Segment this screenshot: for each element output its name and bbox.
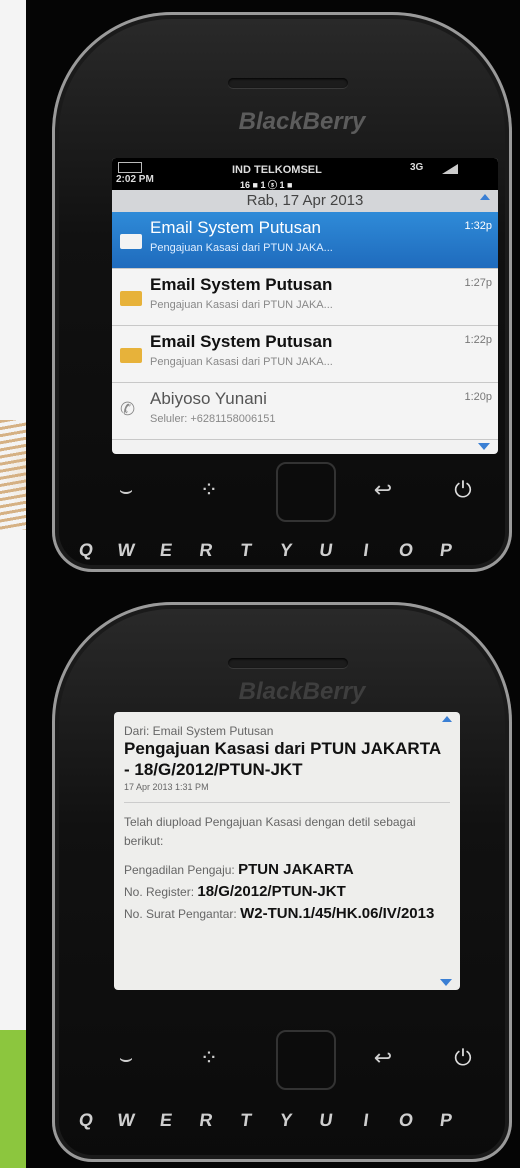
key-i[interactable]: I: [345, 540, 388, 561]
network-type: 3G: [410, 162, 424, 173]
detail-row: Pengadilan Pengaju: PTUN JAKARTA: [124, 859, 450, 881]
keyboard-row: QWERTYUIOP: [66, 540, 506, 561]
keyboard-row: QWERTYUIOP: [66, 1110, 506, 1131]
key-u[interactable]: U: [305, 540, 348, 561]
key-e[interactable]: E: [145, 1110, 188, 1131]
trackpad[interactable]: [276, 462, 336, 522]
key-y[interactable]: Y: [265, 1110, 308, 1131]
hardware-keys: ⌣ ⁘ ↩ ⏻: [86, 1030, 506, 1090]
brand-logo: BlackBerry: [238, 108, 366, 135]
phone-icon: ✆: [120, 399, 136, 419]
key-u[interactable]: U: [305, 1110, 348, 1131]
message-sender: Email System Putusan: [150, 332, 333, 351]
detail-label: No. Surat Pengantar:: [124, 907, 237, 921]
envelope-icon: [120, 291, 142, 306]
end-key[interactable]: ⏻: [436, 1038, 490, 1078]
menu-key[interactable]: ⁘: [184, 470, 234, 510]
detail-value: W2-TUN.1/45/HK.06/IV/2013: [240, 905, 435, 922]
call-key[interactable]: ⌣: [96, 1038, 156, 1078]
key-i[interactable]: I: [345, 1110, 388, 1131]
email-date: 17 Apr 2013 1:31 PM: [124, 782, 209, 792]
scroll-up-icon[interactable]: [480, 194, 490, 200]
key-o[interactable]: O: [385, 1110, 428, 1131]
key-p[interactable]: P: [425, 1110, 468, 1131]
scroll-down-icon[interactable]: [440, 979, 452, 986]
key-t[interactable]: T: [225, 1110, 268, 1131]
inbox-screen: 2:02 PM IND TELKOMSEL 16 ■ 1 ⓢ 1 ■ 3G Ra…: [112, 158, 498, 454]
email-screen: Dari: Email System Putusan Pengajuan Kas…: [114, 712, 460, 990]
earpiece-speaker: [228, 78, 348, 88]
key-e[interactable]: E: [145, 540, 188, 561]
envelope-open-icon: [120, 234, 142, 249]
message-item[interactable]: Email System Putusan Pengajuan Kasasi da…: [112, 269, 498, 326]
message-sender: Abiyoso Yunani: [150, 389, 267, 408]
key-p[interactable]: P: [425, 540, 468, 561]
message-time: 1:20p: [464, 391, 492, 403]
detail-row: No. Surat Pengantar: W2-TUN.1/45/HK.06/I…: [124, 903, 450, 925]
end-key[interactable]: ⏻: [436, 470, 490, 510]
message-item[interactable]: ✆ Abiyoso Yunani Seluler: +6281158006151…: [112, 383, 498, 440]
back-key[interactable]: ↩: [358, 470, 408, 510]
divider: [124, 802, 450, 803]
hardware-keys: ⌣ ⁘ ↩ ⏻: [86, 462, 506, 522]
scroll-up-icon[interactable]: [442, 716, 452, 722]
trackpad[interactable]: [276, 1030, 336, 1090]
key-w[interactable]: W: [105, 1110, 148, 1131]
message-subject: Pengajuan Kasasi dari PTUN JAKA...: [150, 299, 333, 311]
menu-key[interactable]: ⁘: [184, 1038, 234, 1078]
key-q[interactable]: Q: [65, 540, 108, 561]
brand-logo: BlackBerry: [238, 678, 366, 705]
signal-icon: [442, 164, 458, 174]
key-r[interactable]: R: [185, 1110, 228, 1131]
detail-row: No. Register: 18/G/2012/PTUN-JKT: [124, 881, 450, 903]
photo-email: BlackBerry Dari: Email System Putusan Pe…: [26, 592, 520, 1168]
call-key[interactable]: ⌣: [96, 470, 156, 510]
email-subject: Pengajuan Kasasi dari PTUN JAKARTA - 18/…: [124, 739, 441, 779]
battery-icon: [118, 162, 142, 173]
email-view: Dari: Email System Putusan Pengajuan Kas…: [124, 724, 450, 925]
email-intro: Telah diupload Pengajuan Kasasi dengan d…: [124, 815, 416, 848]
key-t[interactable]: T: [225, 540, 268, 561]
message-subject: Pengajuan Kasasi dari PTUN JAKA...: [150, 242, 333, 254]
message-sender: Email System Putusan: [150, 218, 322, 237]
message-item[interactable]: Email System Putusan Pengajuan Kasasi da…: [112, 212, 498, 269]
detail-value: 18/G/2012/PTUN-JKT: [197, 883, 346, 900]
key-w[interactable]: W: [105, 540, 148, 561]
key-r[interactable]: R: [185, 540, 228, 561]
back-key[interactable]: ↩: [358, 1038, 408, 1078]
message-subject: Pengajuan Kasasi dari PTUN JAKA...: [150, 356, 333, 368]
message-item[interactable]: Email System Putusan Pengajuan Kasasi da…: [112, 326, 498, 383]
envelope-icon: [120, 348, 142, 363]
detail-label: No. Register:: [124, 885, 195, 899]
earpiece-speaker: [228, 658, 348, 668]
email-from: Dari: Email System Putusan: [124, 724, 274, 738]
key-q[interactable]: Q: [65, 1110, 108, 1131]
message-time: 1:22p: [464, 334, 492, 346]
email-details: Pengadilan Pengaju: PTUN JAKARTA No. Reg…: [124, 859, 450, 925]
message-time: 1:32p: [464, 220, 492, 232]
key-o[interactable]: O: [385, 540, 428, 561]
photo-inbox: BlackBerry 2:02 PM IND TELKOMSEL 16 ■ 1 …: [26, 0, 520, 592]
status-time: 2:02 PM: [116, 174, 154, 185]
date-header: Rab, 17 Apr 2013: [112, 190, 498, 212]
key-y[interactable]: Y: [265, 540, 308, 561]
message-time: 1:27p: [464, 277, 492, 289]
detail-label: Pengadilan Pengaju:: [124, 863, 235, 877]
detail-value: PTUN JAKARTA: [238, 861, 354, 878]
status-bar: 2:02 PM IND TELKOMSEL 16 ■ 1 ⓢ 1 ■ 3G: [112, 158, 498, 190]
message-subject: Seluler: +6281158006151: [150, 413, 276, 425]
carrier-name: IND TELKOMSEL: [232, 164, 322, 176]
scroll-down-icon[interactable]: [478, 443, 490, 450]
message-sender: Email System Putusan: [150, 275, 333, 294]
